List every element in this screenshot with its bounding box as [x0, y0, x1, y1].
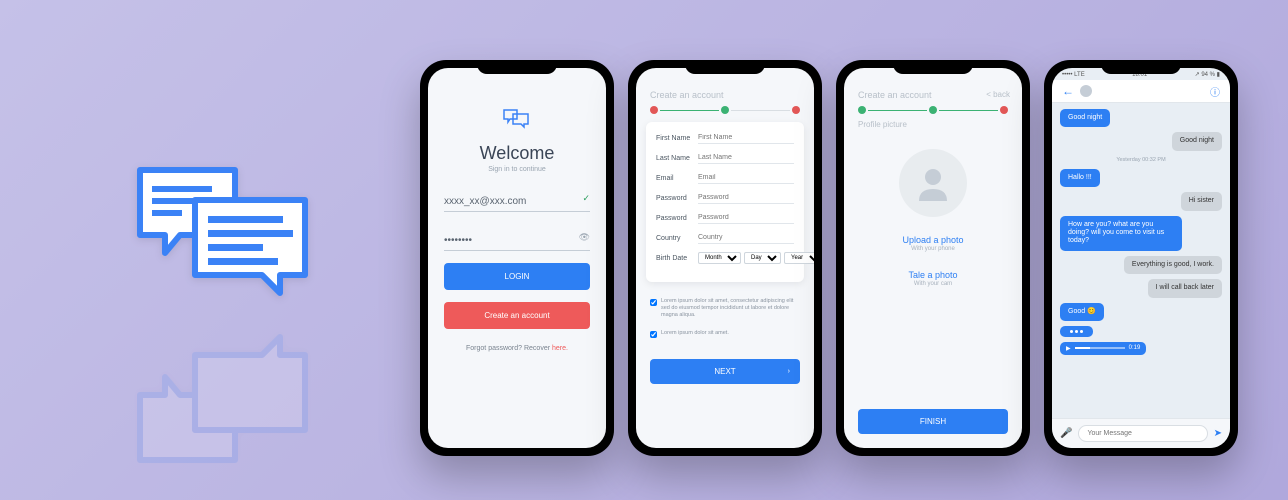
carrier-text: ••••• LTE [1062, 72, 1085, 78]
country-label: Country [656, 235, 698, 242]
mic-icon[interactable]: 🎤 [1060, 428, 1072, 439]
message-received[interactable]: I will call back later [1148, 279, 1222, 297]
phone-notch [1101, 60, 1181, 74]
phone-notch [893, 60, 973, 74]
send-icon[interactable]: ➤ [1214, 428, 1222, 439]
message-received[interactable]: Good night [1172, 132, 1222, 150]
password-field[interactable] [444, 231, 590, 251]
password-label: Password [656, 195, 698, 202]
avatar-placeholder[interactable] [899, 149, 967, 217]
audio-progress[interactable] [1075, 347, 1125, 349]
first-name-input[interactable] [698, 132, 794, 144]
password-confirm-label: Password [656, 215, 698, 222]
phone-create-account: Create an account First Name Last Name E… [628, 60, 822, 456]
person-icon [913, 163, 953, 203]
audio-message[interactable]: ▶ 0:19 [1060, 342, 1146, 355]
month-select[interactable]: Month [698, 252, 741, 264]
email-label: Email [656, 175, 698, 182]
progress-step-1 [858, 106, 866, 114]
profile-section-title: Profile picture [844, 114, 1022, 129]
terms-text-2: Lorem ipsum dolor sit amet. [661, 330, 729, 337]
brand-logo [130, 160, 320, 470]
terms-checkbox-1[interactable] [650, 299, 657, 306]
first-name-label: First Name [656, 135, 698, 142]
info-icon[interactable]: ⓘ [1210, 84, 1220, 99]
chat-messages: Good night Good night Yesterday 00:32 PM… [1052, 103, 1230, 418]
take-photo-link[interactable]: Tale a photo With your cam [844, 270, 1022, 287]
phone-chat: ••••• LTE 18:01 ↗ 94 % ▮ ← ⓘ Good night … [1044, 60, 1238, 456]
forgot-password-text: Forgot password? Recover here. [466, 345, 568, 352]
chat-header: ← ⓘ [1052, 80, 1230, 103]
upload-photo-link[interactable]: Upload a photo With your phone [844, 235, 1022, 252]
message-sent[interactable]: Good night [1060, 109, 1110, 127]
password-input[interactable] [698, 192, 794, 204]
chat-input[interactable] [1078, 425, 1207, 442]
last-name-input[interactable] [698, 152, 794, 164]
email-field[interactable] [444, 192, 590, 212]
app-logo-icon [502, 108, 532, 137]
chat-timestamp: Yesterday 00:32 PM [1060, 157, 1222, 163]
create-account-button[interactable]: Create an account [444, 302, 590, 329]
recover-link[interactable]: here. [552, 345, 568, 352]
progress-step-1 [650, 106, 658, 114]
chat-bubbles-icon [130, 160, 320, 305]
logo-reflection [130, 325, 320, 470]
message-received[interactable]: Everything is good, I work. [1124, 256, 1222, 274]
last-name-label: Last Name [656, 155, 698, 162]
progress-bar [844, 106, 1022, 114]
progress-step-2 [929, 106, 937, 114]
progress-step-3 [1000, 106, 1008, 114]
phone-notch [685, 60, 765, 74]
finish-button[interactable]: FINISH [858, 409, 1008, 434]
terms-text-1: Lorem ipsum dolor sit amet, consectetur … [661, 298, 800, 319]
message-sent[interactable]: How are you? what are you doing? will yo… [1060, 216, 1182, 251]
progress-step-2 [721, 106, 729, 114]
check-icon: ✓ [582, 193, 590, 204]
progress-bar [636, 106, 814, 114]
message-received[interactable]: Hi sister [1181, 192, 1222, 210]
country-input[interactable] [698, 232, 794, 244]
message-sent[interactable]: Hallo !!! [1060, 169, 1100, 187]
back-link[interactable]: < back [986, 90, 1010, 99]
battery-text: ↗ 94 % ▮ [1195, 71, 1220, 78]
eye-icon[interactable]: 👁 [579, 232, 590, 243]
birthdate-label: Birth Date [656, 255, 698, 262]
typing-indicator [1060, 326, 1093, 337]
welcome-title: Welcome [480, 143, 555, 164]
message-sent[interactable]: Good 😊 [1060, 303, 1104, 321]
chat-input-bar: 🎤 ➤ [1052, 418, 1230, 448]
phone-profile-picture: Create an account < back Profile picture… [836, 60, 1030, 456]
phone-notch [477, 60, 557, 74]
signup-form: First Name Last Name Email Password Pass… [646, 122, 804, 282]
chevron-right-icon: › [788, 368, 790, 375]
play-icon[interactable]: ▶ [1066, 345, 1071, 352]
email-input[interactable] [698, 172, 794, 184]
terms-checkbox-2[interactable] [650, 331, 657, 338]
year-select[interactable]: Year [784, 252, 814, 264]
next-button[interactable]: NEXT› [650, 359, 800, 384]
chat-avatar[interactable] [1080, 85, 1092, 97]
login-button[interactable]: LOGIN [444, 263, 590, 290]
audio-duration: 0:19 [1129, 345, 1141, 351]
phone-login: Welcome Sign in to continue ✓ 👁 LOGIN Cr… [420, 60, 614, 456]
progress-step-3 [792, 106, 800, 114]
password-confirm-input[interactable] [698, 212, 794, 224]
back-icon[interactable]: ← [1062, 84, 1074, 98]
welcome-subtitle: Sign in to continue [488, 166, 546, 173]
day-select[interactable]: Day [744, 252, 781, 264]
